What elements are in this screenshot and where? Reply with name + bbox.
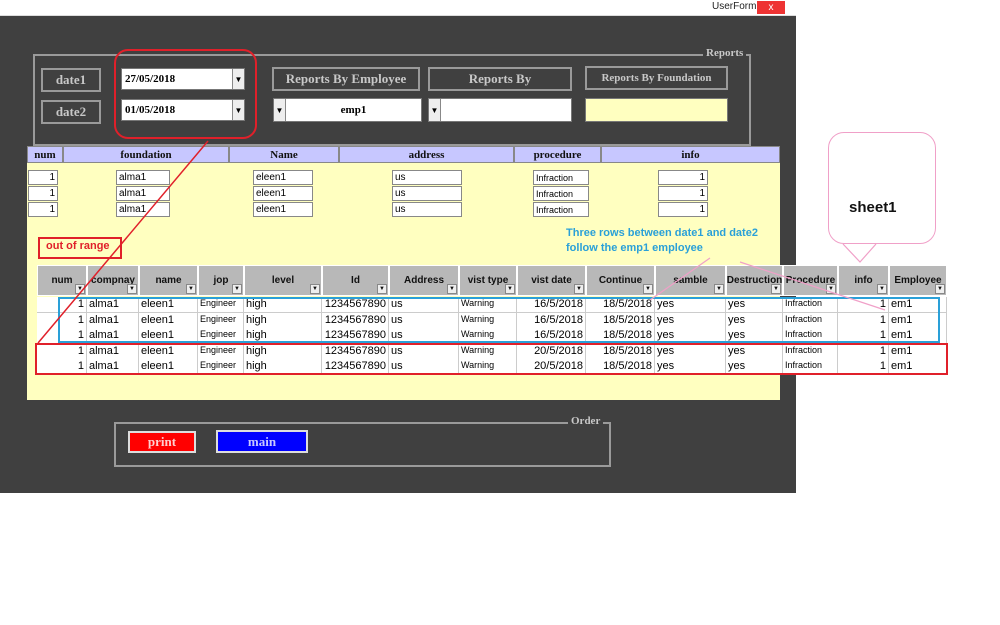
annotation-lines: [37, 140, 886, 344]
order-legend: Order: [568, 415, 604, 427]
print-button[interactable]: print: [128, 431, 196, 453]
main-button[interactable]: main: [216, 430, 308, 453]
